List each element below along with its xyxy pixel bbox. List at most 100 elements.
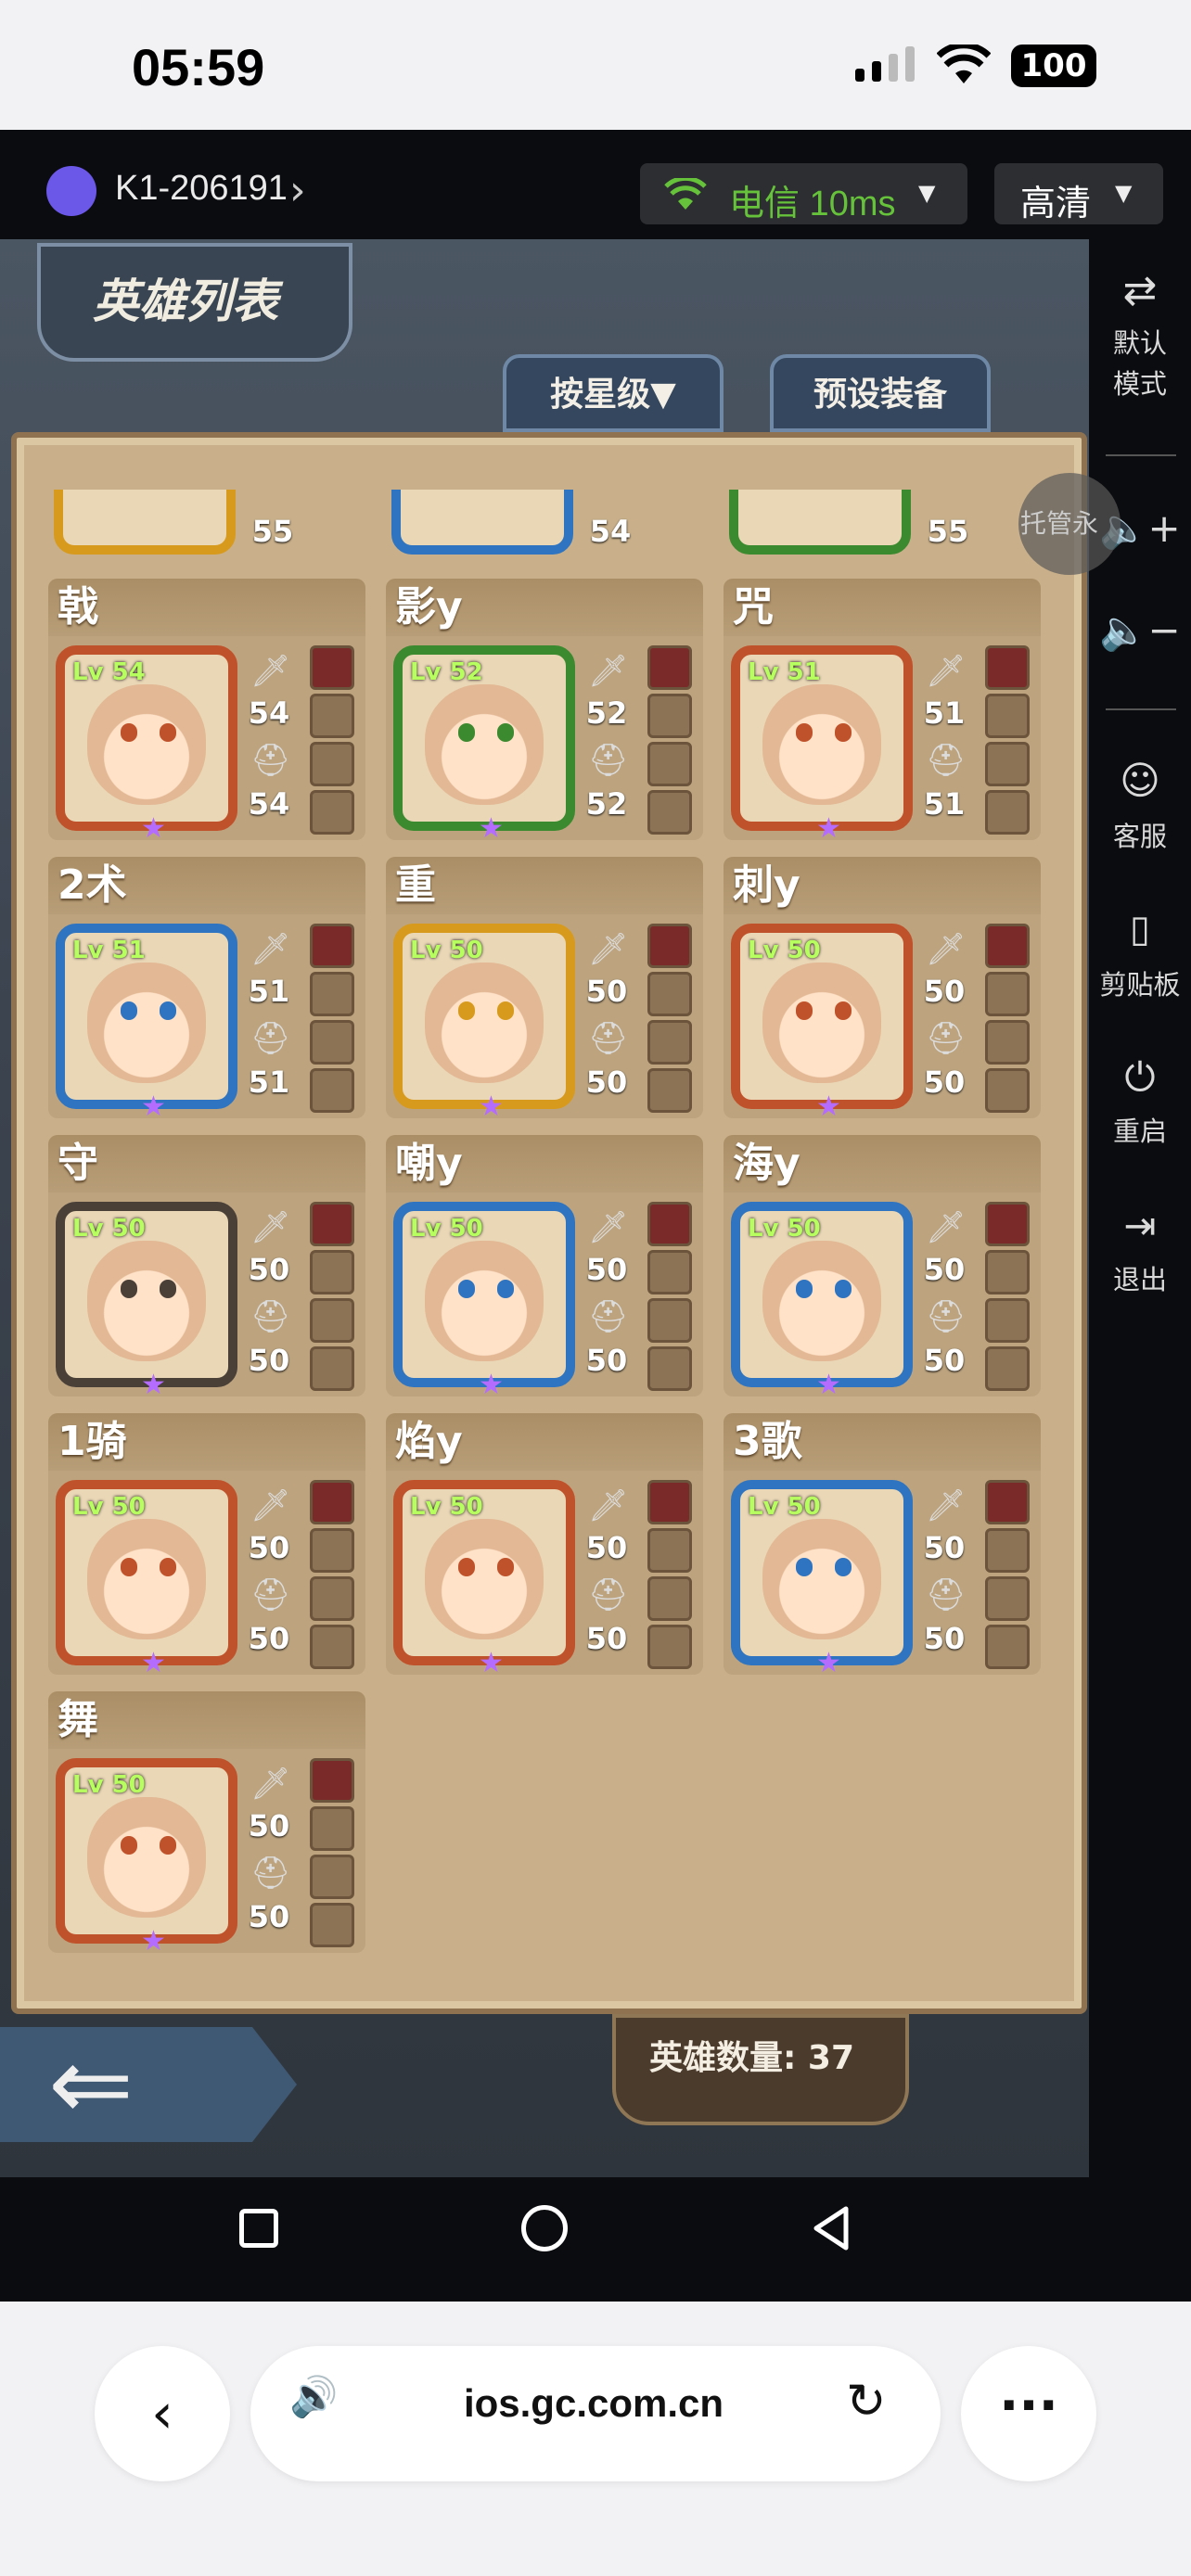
clipboard-icon[interactable]: ▯ bbox=[1089, 909, 1191, 950]
hero-portrait[interactable]: Lv 50 ★ bbox=[56, 1202, 237, 1401]
equip-slot[interactable] bbox=[647, 924, 692, 968]
equip-slot[interactable] bbox=[647, 1625, 692, 1669]
hero-portrait[interactable]: Lv 52 ★ bbox=[393, 645, 575, 845]
equip-slot[interactable] bbox=[310, 1528, 354, 1573]
equip-slot[interactable] bbox=[647, 972, 692, 1016]
equip-slot[interactable] bbox=[310, 1855, 354, 1899]
equip-slot[interactable] bbox=[647, 1576, 692, 1621]
swap-arrows-icon[interactable]: ⇄ bbox=[1089, 271, 1191, 312]
equip-slot[interactable] bbox=[985, 1528, 1030, 1573]
tab-preset-equipment[interactable]: 预设装备 bbox=[770, 354, 991, 432]
equip-slot[interactable] bbox=[310, 645, 354, 690]
exit-button[interactable]: 退出 bbox=[1089, 1259, 1191, 1300]
hero-card[interactable]: 3歌 Lv 50 ★ 🗡 50 ⛑ 50 bbox=[724, 1413, 1041, 1679]
default-mode-button[interactable]: 默认 模式 bbox=[1089, 323, 1191, 404]
equip-slot[interactable] bbox=[985, 1480, 1030, 1524]
hero-card[interactable]: 嘲y Lv 50 ★ 🗡 50 ⛑ 50 bbox=[386, 1135, 703, 1401]
hero-portrait[interactable] bbox=[391, 490, 573, 555]
hero-portrait[interactable] bbox=[54, 490, 236, 555]
back-triangle-icon[interactable] bbox=[811, 2205, 852, 2251]
equip-slot[interactable] bbox=[985, 645, 1030, 690]
equip-slot[interactable] bbox=[310, 1250, 354, 1294]
hero-card[interactable]: 1骑 Lv 50 ★ 🗡 50 ⛑ 50 bbox=[48, 1413, 365, 1679]
hero-portrait[interactable]: Lv 50 ★ bbox=[731, 1202, 913, 1401]
equip-slot[interactable] bbox=[647, 742, 692, 786]
equip-slot[interactable] bbox=[985, 790, 1030, 835]
equip-slot[interactable] bbox=[985, 1250, 1030, 1294]
hero-portrait[interactable]: Lv 50 ★ bbox=[731, 1480, 913, 1679]
equip-slot[interactable] bbox=[310, 1758, 354, 1803]
device-name[interactable]: K1-206191 bbox=[115, 169, 288, 209]
equip-slot[interactable] bbox=[985, 1625, 1030, 1669]
equip-slot[interactable] bbox=[310, 1903, 354, 1947]
support-button[interactable]: 客服 bbox=[1089, 816, 1191, 857]
hero-portrait[interactable]: Lv 51 ★ bbox=[731, 645, 913, 845]
hero-portrait[interactable]: Lv 50 ★ bbox=[731, 924, 913, 1123]
hero-card[interactable]: 守 Lv 50 ★ 🗡 50 ⛑ 50 bbox=[48, 1135, 365, 1401]
hero-card[interactable]: 舞 Lv 50 ★ 🗡 50 ⛑ 50 bbox=[48, 1691, 365, 1958]
exit-icon[interactable]: ⇥ bbox=[1089, 1205, 1191, 1246]
equip-slot[interactable] bbox=[985, 694, 1030, 738]
equip-slot[interactable] bbox=[985, 742, 1030, 786]
recent-apps-icon[interactable] bbox=[239, 2209, 278, 2248]
home-icon[interactable] bbox=[521, 2205, 568, 2251]
volume-down-icon[interactable]: 🔈− bbox=[1089, 610, 1191, 651]
equip-slot[interactable] bbox=[310, 1625, 354, 1669]
hero-card[interactable]: 影y Lv 52 ★ 🗡 52 ⛑ 52 bbox=[386, 579, 703, 845]
equip-slot[interactable] bbox=[310, 1068, 354, 1113]
reload-icon[interactable]: ↻ bbox=[846, 2374, 887, 2429]
equip-slot[interactable] bbox=[647, 1202, 692, 1246]
equip-slot[interactable] bbox=[310, 742, 354, 786]
equip-slot[interactable] bbox=[310, 790, 354, 835]
hero-portrait[interactable]: Lv 50 ★ bbox=[393, 1480, 575, 1679]
equip-slot[interactable] bbox=[647, 1480, 692, 1524]
equip-slot[interactable] bbox=[310, 694, 354, 738]
power-icon[interactable]: ⏻ bbox=[1089, 1057, 1191, 1098]
equip-slot[interactable] bbox=[985, 972, 1030, 1016]
equip-slot[interactable] bbox=[985, 1346, 1030, 1391]
hero-portrait[interactable]: Lv 50 ★ bbox=[56, 1758, 237, 1958]
equip-slot[interactable] bbox=[647, 1298, 692, 1343]
equip-slot[interactable] bbox=[647, 790, 692, 835]
equip-slot[interactable] bbox=[647, 1528, 692, 1573]
hero-card[interactable]: 重 Lv 50 ★ 🗡 50 ⛑ 50 bbox=[386, 857, 703, 1123]
hero-card[interactable]: 海y Lv 50 ★ 🗡 50 ⛑ 50 bbox=[724, 1135, 1041, 1401]
hero-portrait[interactable]: Lv 50 ★ bbox=[393, 1202, 575, 1401]
equip-slot[interactable] bbox=[985, 1020, 1030, 1065]
hero-card[interactable]: 刺y Lv 50 ★ 🗡 50 ⛑ 50 bbox=[724, 857, 1041, 1123]
equip-slot[interactable] bbox=[310, 1202, 354, 1246]
hero-portrait[interactable] bbox=[729, 490, 911, 555]
tab-sort-by-star[interactable]: 按星级▼ bbox=[503, 354, 724, 432]
equip-slot[interactable] bbox=[647, 1020, 692, 1065]
hero-portrait[interactable]: Lv 51 ★ bbox=[56, 924, 237, 1123]
hero-portrait[interactable]: Lv 50 ★ bbox=[393, 924, 575, 1123]
equip-slot[interactable] bbox=[310, 1806, 354, 1851]
equip-slot[interactable] bbox=[985, 1202, 1030, 1246]
equip-slot[interactable] bbox=[647, 645, 692, 690]
equip-slot[interactable] bbox=[310, 972, 354, 1016]
speaker-icon[interactable]: 🔊 bbox=[289, 2374, 338, 2420]
hero-card[interactable]: 焰y Lv 50 ★ 🗡 50 ⛑ 50 bbox=[386, 1413, 703, 1679]
restart-button[interactable]: 重启 bbox=[1089, 1111, 1191, 1152]
equip-slot[interactable] bbox=[647, 694, 692, 738]
chevron-right-icon[interactable]: › bbox=[289, 167, 306, 214]
equip-slot[interactable] bbox=[310, 1298, 354, 1343]
equip-slot[interactable] bbox=[647, 1068, 692, 1113]
hero-card[interactable]: 咒 Lv 51 ★ 🗡 51 ⛑ 51 bbox=[724, 579, 1041, 845]
equip-slot[interactable] bbox=[985, 1068, 1030, 1113]
equip-slot[interactable] bbox=[985, 924, 1030, 968]
equip-slot[interactable] bbox=[985, 1576, 1030, 1621]
hero-card[interactable]: 戟 Lv 54 ★ 🗡 54 ⛑ 54 bbox=[48, 579, 365, 845]
back-chevron-icon[interactable]: ‹ bbox=[95, 2346, 230, 2481]
clipboard-button[interactable]: 剪贴板 bbox=[1089, 964, 1191, 1005]
support-icon[interactable]: ☺ bbox=[1089, 760, 1191, 801]
equip-slot[interactable] bbox=[985, 1298, 1030, 1343]
equip-slot[interactable] bbox=[310, 1480, 354, 1524]
equip-slot[interactable] bbox=[310, 1020, 354, 1065]
equip-slot[interactable] bbox=[647, 1346, 692, 1391]
back-button[interactable] bbox=[0, 2027, 297, 2142]
hero-portrait[interactable]: Lv 50 ★ bbox=[56, 1480, 237, 1679]
hero-card[interactable]: 2术 Lv 51 ★ 🗡 51 ⛑ 51 bbox=[48, 857, 365, 1123]
more-options-icon[interactable]: ··· bbox=[961, 2346, 1096, 2481]
equip-slot[interactable] bbox=[310, 1346, 354, 1391]
